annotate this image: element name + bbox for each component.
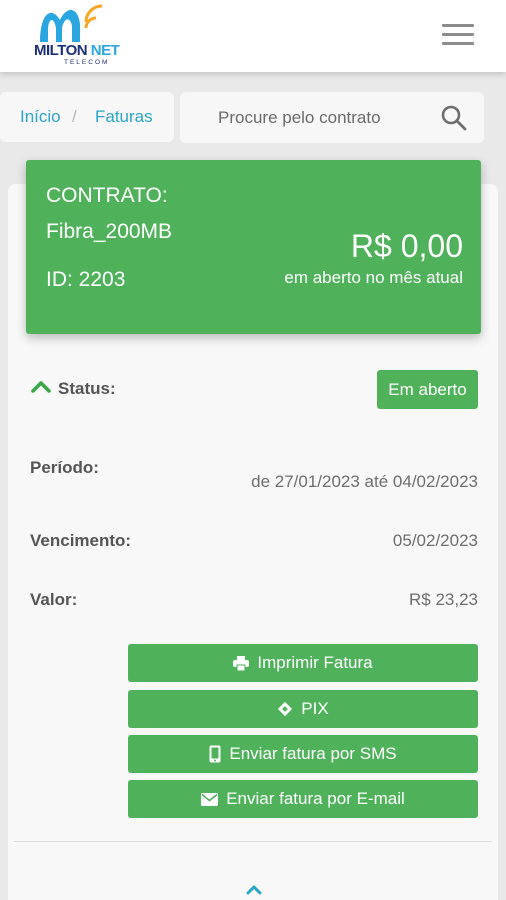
envelope-icon — [201, 792, 219, 806]
hamburger-icon[interactable] — [442, 22, 476, 46]
contract-plan: Fibra_200MB — [46, 220, 173, 243]
printer-icon — [233, 655, 250, 671]
divider — [14, 841, 492, 842]
breadcrumb-home-link[interactable]: Início — [20, 107, 61, 127]
mobile-icon — [209, 745, 221, 763]
search-icon[interactable] — [440, 104, 468, 132]
pix-button[interactable]: PIX — [128, 690, 478, 728]
send-email-button[interactable]: Enviar fatura por E-mail — [128, 780, 478, 818]
chevron-up-icon[interactable] — [30, 378, 52, 394]
period-value: de 27/01/2023 até 04/02/2023 — [251, 472, 478, 491]
due-date-value: 05/02/2023 — [392, 531, 478, 550]
top-bar: MILTON NET TELECOM — [0, 0, 506, 72]
logo-subtitle: TELECOM — [64, 59, 110, 66]
status-label: Status: — [58, 379, 116, 398]
milton-net-logo[interactable]: MILTON NET TELECOM — [30, 2, 126, 70]
search-input[interactable] — [194, 92, 434, 143]
breadcrumb-current[interactable]: Faturas — [95, 107, 153, 127]
send-email-label: Enviar fatura por E-mail — [226, 789, 405, 808]
logo-m-icon — [40, 4, 103, 42]
amount-label: Valor: — [30, 590, 78, 609]
send-sms-label: Enviar fatura por SMS — [229, 744, 397, 763]
print-invoice-button[interactable]: Imprimir Fatura — [128, 644, 478, 682]
open-amount: R$ 0,00 — [350, 228, 463, 264]
amount-value: R$ 23,23 — [409, 590, 478, 609]
due-date-label: Vencimento: — [30, 531, 132, 550]
contract-id: ID: 2203 — [46, 268, 126, 291]
period-label: Período: — [30, 458, 99, 477]
send-sms-button[interactable]: Enviar fatura por SMS — [128, 735, 478, 773]
search-box — [180, 92, 484, 143]
print-invoice-label: Imprimir Fatura — [257, 653, 373, 672]
pix-label: PIX — [301, 699, 329, 718]
chevron-up-icon-bottom[interactable] — [244, 882, 264, 896]
open-amount-caption: em aberto no mês atual — [284, 268, 463, 287]
contract-header: CONTRATO: Fibra_200MB ID: 2203 R$ 0,00 e… — [26, 160, 481, 334]
logo-wordmark: MILTON NET — [34, 42, 120, 59]
breadcrumb-separator: / — [72, 107, 77, 126]
breadcrumb: Início / Faturas — [0, 92, 174, 142]
contract-title: CONTRATO: — [46, 184, 168, 207]
pix-icon — [278, 701, 293, 717]
status-badge: Em aberto — [377, 370, 478, 409]
